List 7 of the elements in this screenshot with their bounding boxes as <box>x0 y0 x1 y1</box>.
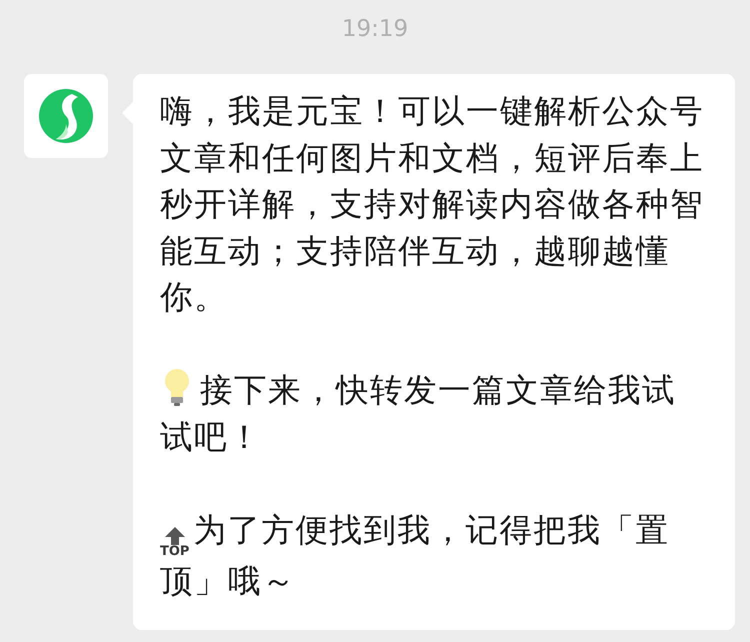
message-text: 嗨，我是元宝！可以一键解析公众号文章和任何图片和文档，短评后奉上秒开详解，支持对解读内容做各种智能互动；支持陪伴互动，越聊越懂你。 <box>160 91 705 318</box>
message-text: 接下来，快转发一篇文章给我试试吧！ <box>160 367 708 460</box>
top-label: TOP <box>160 544 190 558</box>
timestamp: 19:19 <box>342 16 408 42</box>
avatar[interactable] <box>24 74 108 158</box>
up-arrow-icon <box>164 526 185 544</box>
logo-icon <box>38 88 94 144</box>
